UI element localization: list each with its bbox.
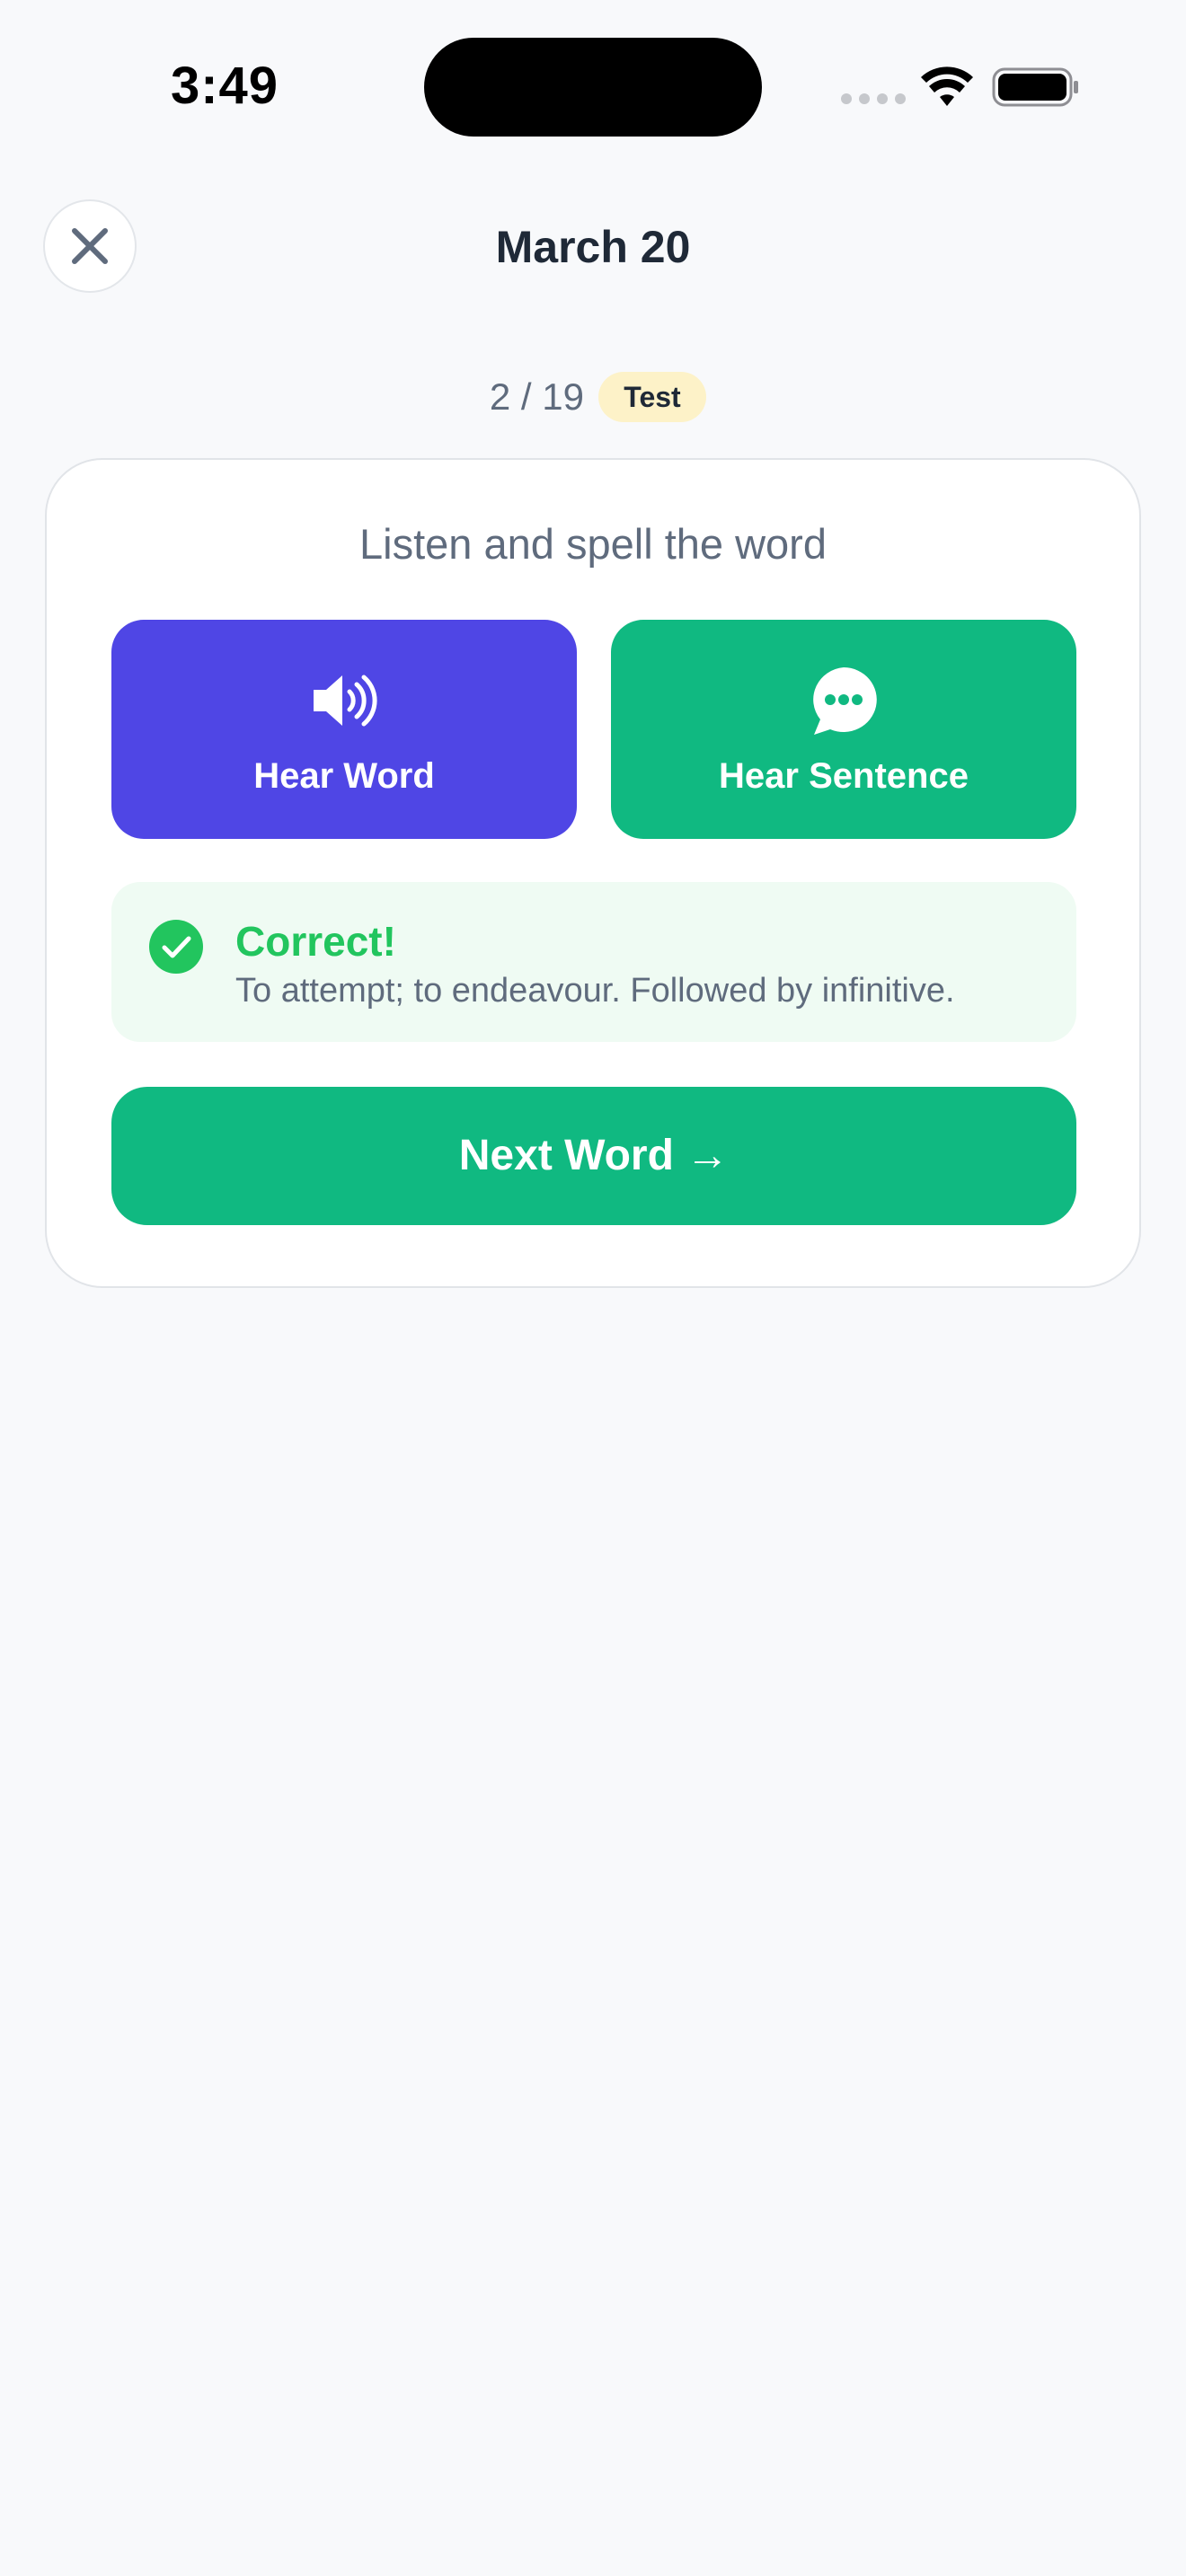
feedback-title: Correct! bbox=[235, 918, 396, 965]
word-definition: To attempt; to endeavour. Followed by in… bbox=[235, 972, 955, 1010]
cellular-signal-icon bbox=[841, 93, 906, 104]
hear-sentence-button[interactable]: Hear Sentence bbox=[611, 620, 1076, 839]
speaker-icon bbox=[314, 675, 377, 727]
spelling-card: Listen and spell the word Hear Word Hear… bbox=[45, 458, 1141, 1288]
battery-icon bbox=[992, 67, 1078, 107]
close-icon bbox=[72, 228, 108, 264]
hear-word-button[interactable]: Hear Word bbox=[111, 620, 577, 839]
dynamic-island bbox=[424, 38, 762, 137]
hear-word-label: Hear Word bbox=[253, 756, 435, 796]
feedback-panel: Correct! To attempt; to endeavour. Follo… bbox=[111, 882, 1076, 1042]
progress-counter: 2 / 19 bbox=[489, 375, 584, 418]
status-time: 3:49 bbox=[170, 57, 279, 115]
hear-sentence-label: Hear Sentence bbox=[719, 756, 969, 796]
check-circle-icon bbox=[149, 920, 203, 974]
mode-badge: Test bbox=[598, 372, 706, 422]
instruction-text: Listen and spell the word bbox=[359, 520, 827, 568]
next-word-button[interactable]: Next Word → bbox=[111, 1087, 1076, 1225]
chat-bubble-icon bbox=[813, 667, 877, 735]
page-title: March 20 bbox=[495, 222, 691, 272]
wifi-icon bbox=[921, 66, 973, 106]
close-button[interactable] bbox=[43, 199, 137, 293]
